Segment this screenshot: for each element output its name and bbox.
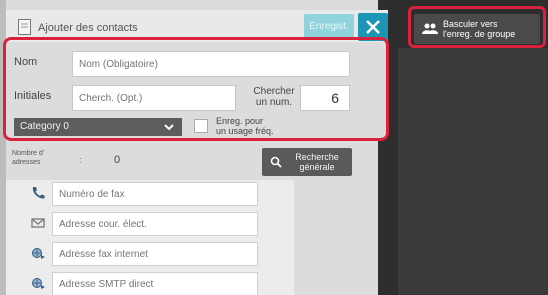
highlight-frame-form (3, 37, 389, 141)
highlight-frame-group-switch (408, 6, 546, 48)
internet-fax-input[interactable] (52, 242, 258, 266)
fax-icon (32, 187, 45, 199)
address-count-label: Nombre d' adresses (12, 149, 62, 167)
global-search-label-line1: Recherche (295, 152, 339, 162)
close-icon (366, 20, 380, 34)
email-address-input[interactable] (52, 212, 258, 236)
contact-card-icon (18, 19, 31, 35)
search-icon (270, 156, 282, 168)
smtp-address-input[interactable] (52, 272, 258, 295)
fax-number-input[interactable] (52, 182, 258, 206)
address-count-value: 0 (114, 154, 121, 166)
address-count-label-line1: Nombre d' (12, 150, 45, 157)
background-strip (398, 48, 548, 295)
global-search-label-line2: générale (299, 162, 335, 172)
address-count-separator: : (79, 155, 82, 165)
dialog-title: Ajouter des contacts (38, 22, 138, 34)
global-search-button[interactable]: Recherche générale (262, 148, 352, 176)
email-icon (31, 218, 45, 228)
global-search-label: Recherche générale (284, 152, 350, 172)
internet-fax-icon (32, 248, 45, 259)
smtp-icon (32, 278, 45, 289)
address-count-label-line2: adresses (12, 159, 41, 166)
